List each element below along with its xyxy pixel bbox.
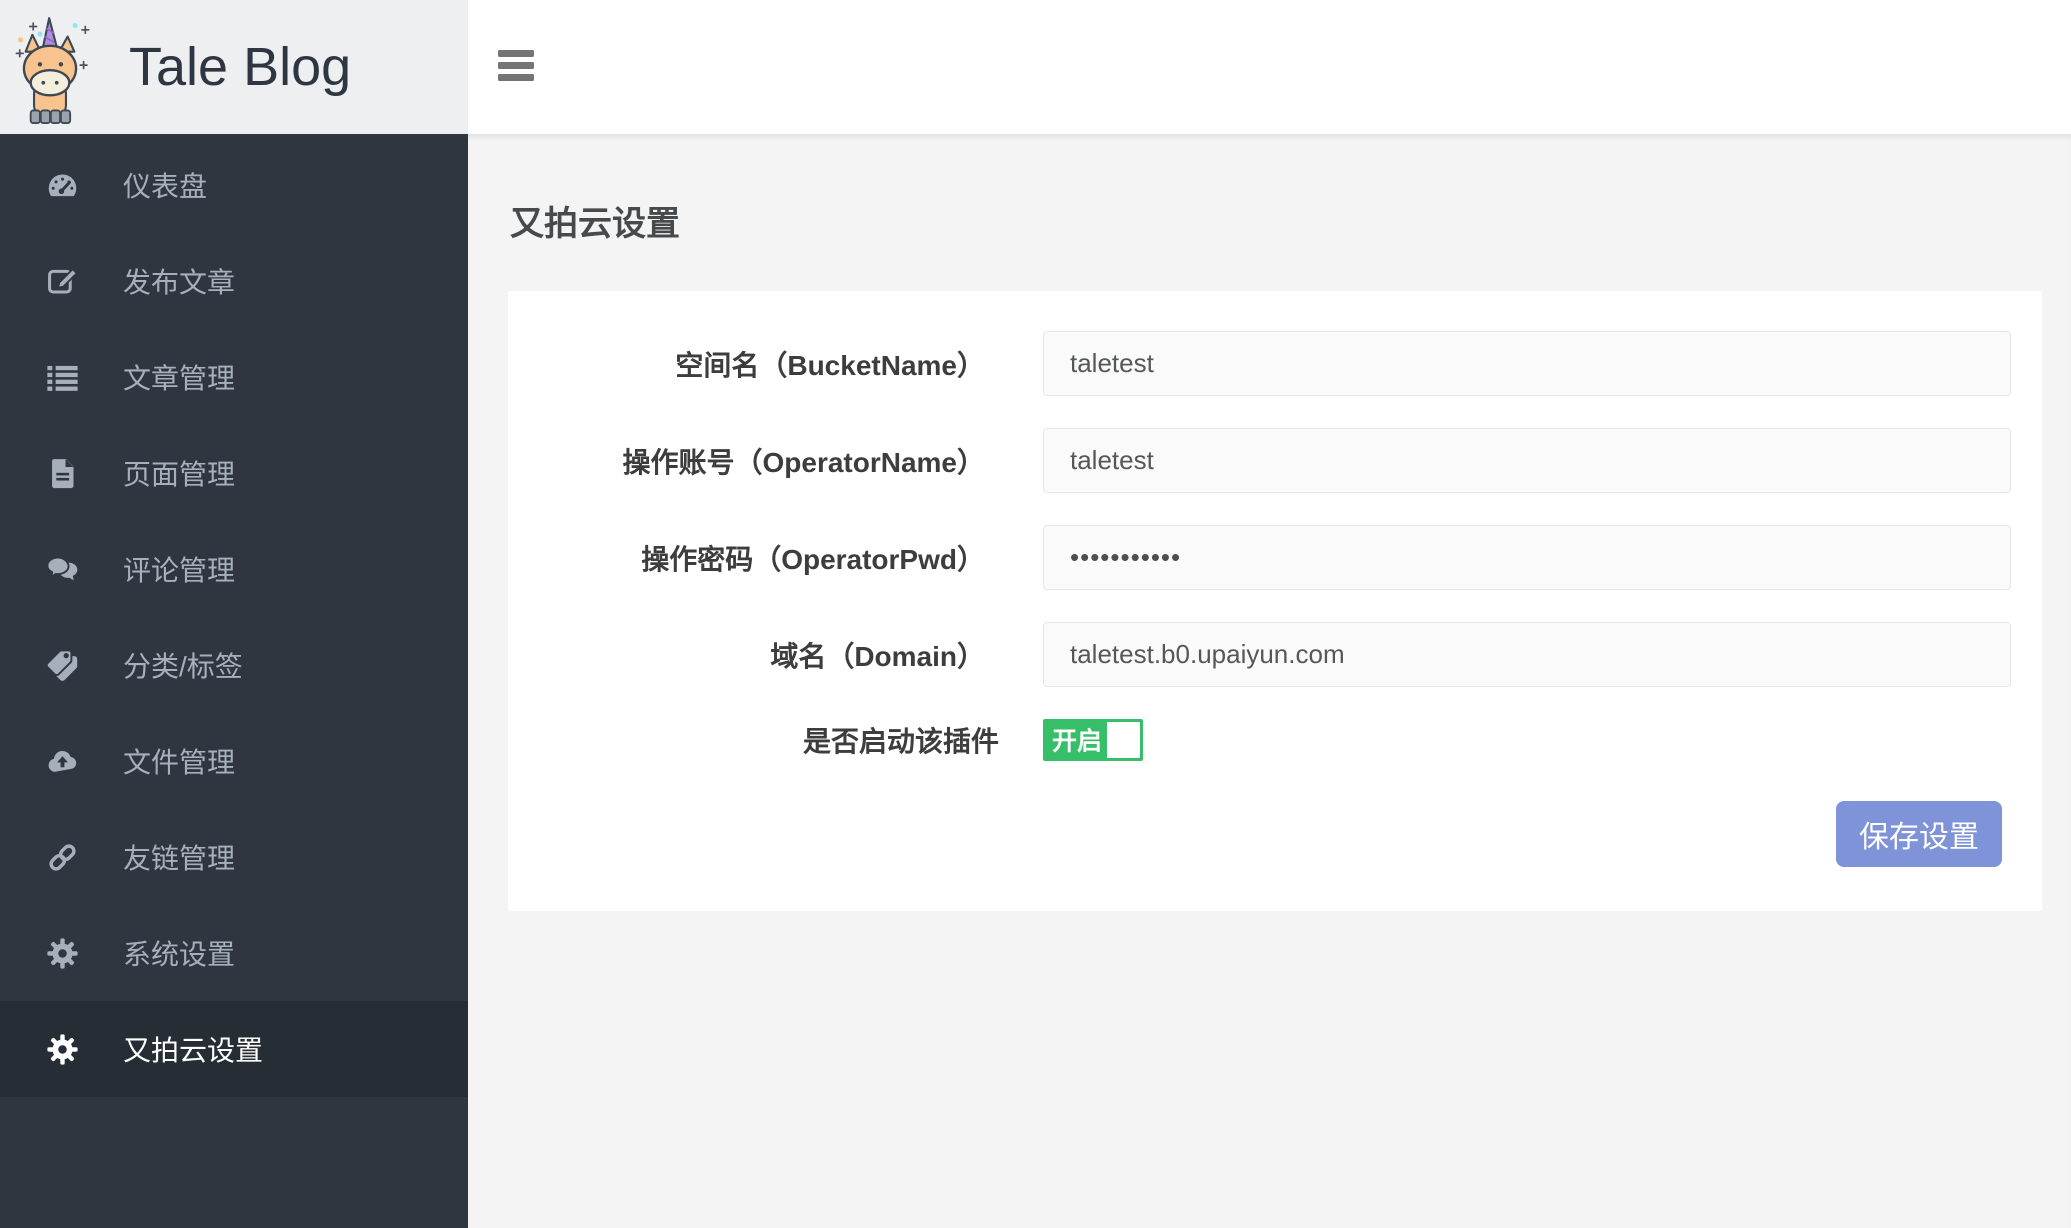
gear-icon xyxy=(45,936,79,970)
edit-icon xyxy=(45,264,79,298)
sidebar-item-label: 分类/标签 xyxy=(123,651,243,682)
sidebar-item-label: 又拍云设置 xyxy=(123,1035,264,1066)
dashboard-icon xyxy=(45,168,79,202)
form-row-domain: 域名（Domain） xyxy=(508,622,2042,687)
cloud-upload-icon xyxy=(45,744,79,778)
settings-card: 空间名（BucketName） 操作账号（OperatorName） 操作密码（… xyxy=(508,291,2042,911)
sidebar-item-label: 评论管理 xyxy=(123,555,236,586)
form-row-plugin-toggle: 是否启动该插件 开启 xyxy=(508,719,2042,761)
app-title: Tale Blog xyxy=(129,37,352,97)
sidebar-item-label: 系统设置 xyxy=(123,939,236,970)
operatorpwd-input[interactable] xyxy=(1043,525,2011,590)
operatorname-input[interactable] xyxy=(1043,428,2011,493)
sidebar-item-page-management[interactable]: 页面管理 xyxy=(0,425,468,521)
sidebar-item-article-management[interactable]: 文章管理 xyxy=(0,329,468,425)
sidebar-item-upyun-settings[interactable]: 又拍云设置 xyxy=(0,1001,468,1097)
sidebar-item-label: 发布文章 xyxy=(123,267,236,298)
comments-icon xyxy=(45,552,79,586)
domain-input[interactable] xyxy=(1043,622,2011,687)
hamburger-menu-icon[interactable] xyxy=(498,50,534,81)
operatorname-label: 操作账号（OperatorName） xyxy=(622,446,985,478)
plugin-toggle-label: 是否启动该插件 xyxy=(802,726,999,757)
sidebar-item-label: 文章管理 xyxy=(123,363,236,394)
sidebar-item-categories-tags[interactable]: 分类/标签 xyxy=(0,617,468,713)
sidebar-item-label: 页面管理 xyxy=(123,459,236,490)
form-row-operatorname: 操作账号（OperatorName） xyxy=(508,428,2042,493)
page-icon xyxy=(45,456,79,490)
sidebar-item-label: 友链管理 xyxy=(123,843,236,874)
form-row-bucketname: 空间名（BucketName） xyxy=(508,291,2042,396)
sidebar-item-file-management[interactable]: 文件管理 xyxy=(0,713,468,809)
bucketname-label: 空间名（BucketName） xyxy=(675,349,985,381)
sidebar-item-label: 仪表盘 xyxy=(123,171,208,202)
top-header xyxy=(468,0,2071,134)
sidebar-item-friend-links[interactable]: 友链管理 xyxy=(0,809,468,905)
plugin-enable-toggle[interactable]: 开启 xyxy=(1043,719,1143,761)
bucketname-input[interactable] xyxy=(1043,331,2011,396)
toggle-knob xyxy=(1107,722,1140,758)
gear-icon xyxy=(45,1032,79,1066)
link-icon xyxy=(45,840,79,874)
sidebar-item-label: 文件管理 xyxy=(123,747,236,778)
toggle-state-label: 开启 xyxy=(1052,727,1103,756)
sidebar: Tale Blog 仪表盘 发布文章 文章管理 页面管理 评论管理 分类/标签 … xyxy=(0,0,468,1228)
list-icon xyxy=(45,360,79,394)
app-logo: Tale Blog xyxy=(0,0,468,134)
unicorn-icon xyxy=(15,17,90,125)
sidebar-item-comment-management[interactable]: 评论管理 xyxy=(0,521,468,617)
page-title: 又拍云设置 xyxy=(510,205,680,243)
sidebar-menu: 仪表盘 发布文章 文章管理 页面管理 评论管理 分类/标签 文件管理 友链管理 … xyxy=(0,134,468,1097)
domain-label: 域名（Domain） xyxy=(770,640,985,672)
tags-icon xyxy=(45,648,79,682)
sidebar-item-publish-article[interactable]: 发布文章 xyxy=(0,233,468,329)
main-area: 又拍云设置 空间名（BucketName） 操作账号（OperatorName）… xyxy=(468,0,2071,1228)
sidebar-item-system-settings[interactable]: 系统设置 xyxy=(0,905,468,1001)
sidebar-item-dashboard[interactable]: 仪表盘 xyxy=(0,137,468,233)
save-settings-button[interactable]: 保存设置 xyxy=(1836,801,2002,867)
form-row-operatorpwd: 操作密码（OperatorPwd） xyxy=(508,525,2042,590)
operatorpwd-label: 操作密码（OperatorPwd） xyxy=(641,543,985,575)
content-area: 又拍云设置 空间名（BucketName） 操作账号（OperatorName）… xyxy=(468,134,2071,1228)
